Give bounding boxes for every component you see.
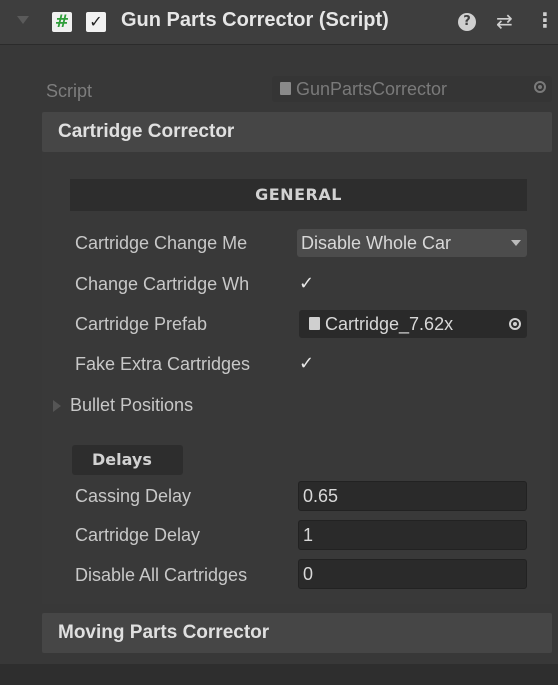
change-when-label: Change Cartridge Wh bbox=[75, 274, 250, 294]
disable-all-label: Disable All Cartridges bbox=[75, 565, 248, 585]
disable-all-input[interactable]: 0 bbox=[298, 559, 527, 589]
script-label: Script bbox=[46, 81, 93, 101]
cartridge-prefab-value: Cartridge_7.62x bbox=[325, 314, 454, 334]
chevron-down-icon bbox=[511, 240, 521, 246]
preset-icon[interactable]: ⇄ bbox=[496, 9, 513, 33]
cartridge-corrector-title: Cartridge Corrector bbox=[58, 121, 235, 142]
change-method-label: Cartridge Change Me bbox=[75, 233, 248, 253]
foldout-arrow-icon[interactable] bbox=[17, 16, 29, 24]
component-header: # ✓ Gun Parts Corrector (Script) ? ⇄ ⋮ bbox=[0, 0, 558, 45]
script-file-icon bbox=[280, 81, 291, 95]
bullet-positions-foldout[interactable]: Bullet Positions bbox=[70, 395, 193, 416]
cartridge-delay-label: Cartridge Delay bbox=[75, 525, 201, 545]
help-icon[interactable]: ? bbox=[458, 13, 476, 31]
moving-parts-title: Moving Parts Corrector bbox=[58, 622, 270, 643]
script-field[interactable]: GunPartsCorrector bbox=[272, 76, 552, 102]
enable-checkbox[interactable]: ✓ bbox=[86, 12, 106, 32]
general-header: GENERAL bbox=[70, 179, 527, 211]
delays-header: Delays bbox=[72, 445, 183, 475]
cartridge-corrector-header[interactable]: Cartridge Corrector bbox=[42, 112, 552, 152]
fake-extra-checkbox[interactable]: ✓ bbox=[299, 353, 314, 374]
bottom-divider bbox=[0, 664, 558, 685]
casing-delay-input[interactable]: 0.65 bbox=[298, 481, 527, 511]
script-icon: # bbox=[52, 12, 72, 32]
component-title: Gun Parts Corrector (Script) bbox=[121, 9, 389, 31]
object-picker-icon[interactable] bbox=[509, 318, 521, 330]
cartridge-prefab-label: Cartridge Prefab bbox=[75, 314, 208, 334]
prefab-icon bbox=[309, 316, 320, 330]
context-menu-icon[interactable]: ⋮ bbox=[535, 8, 555, 32]
casing-delay-label: Cassing Delay bbox=[75, 486, 192, 506]
object-picker-icon[interactable] bbox=[534, 81, 546, 93]
change-when-checkbox[interactable]: ✓ bbox=[299, 273, 314, 294]
script-field-value: GunPartsCorrector bbox=[296, 79, 448, 99]
change-method-dropdown[interactable]: Disable Whole Car bbox=[297, 229, 527, 257]
chevron-right-icon[interactable] bbox=[53, 400, 61, 412]
fake-extra-label: Fake Extra Cartridges bbox=[75, 354, 251, 374]
moving-parts-header[interactable]: Moving Parts Corrector bbox=[42, 613, 552, 653]
cartridge-delay-input[interactable]: 1 bbox=[298, 520, 527, 550]
cartridge-prefab-field[interactable]: Cartridge_7.62x bbox=[299, 310, 527, 338]
change-method-value: Disable Whole Car bbox=[301, 233, 452, 253]
